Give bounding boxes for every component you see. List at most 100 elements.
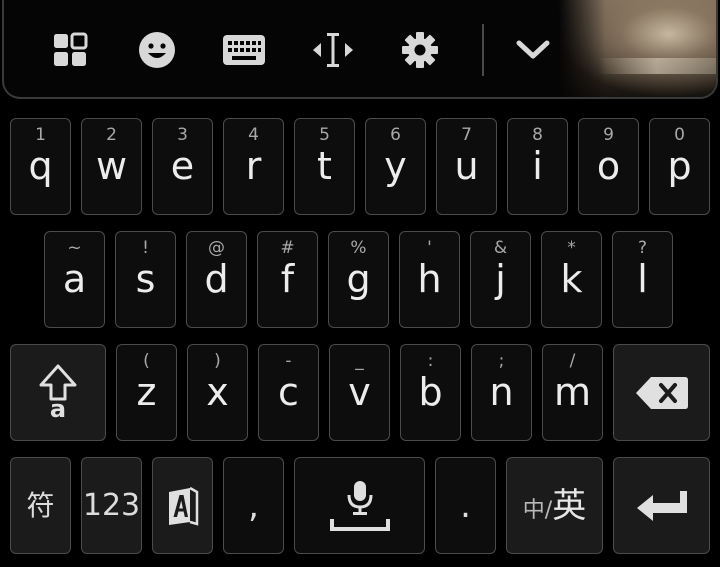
numbers-key[interactable]: 123 [81,457,142,554]
enter-key[interactable] [613,457,710,554]
key-hint: ) [214,351,221,371]
key-hint: @ [208,238,225,258]
key-c[interactable]: - c [258,344,319,441]
key-hint: 5 [319,125,330,145]
key-char: s [135,257,156,301]
key-char: m [553,370,592,414]
emoji-button[interactable] [132,25,182,75]
key-char: n [489,370,514,414]
key-hint: * [567,238,576,258]
comma-label: , [248,485,259,526]
key-hint: 3 [177,125,188,145]
settings-button[interactable] [395,25,445,75]
key-hint: - [285,351,292,371]
key-char: y [384,144,407,188]
symbols-key[interactable]: 符 [10,457,71,554]
key-i[interactable]: 8 i [507,118,568,215]
key-char: c [278,370,299,414]
backspace-icon [635,376,688,409]
soft-keyboard: 1 q 2 w 3 e 4 r 5 t 6 y 7 u 8 i 9 o 0 p … [0,0,720,567]
key-m[interactable]: / m [542,344,603,441]
period-key[interactable]: . [435,457,496,554]
lang-chinese-label: 中/ [522,497,553,523]
key-hint: 0 [674,125,685,145]
key-char: x [206,370,229,414]
key-j[interactable]: & j [470,231,531,328]
hide-keyboard-button[interactable] [508,25,558,75]
key-hint: 2 [106,125,117,145]
shift-sub-label: a [49,395,67,423]
text-cursor-button[interactable] [308,25,358,75]
key-g[interactable]: % g [328,231,389,328]
input-method-key[interactable] [152,457,213,554]
key-char: e [170,144,195,188]
key-char: f [280,257,295,301]
theme-background-image [558,0,716,97]
key-k[interactable]: * k [541,231,602,328]
input-method-a-icon [168,486,198,526]
symbols-label: 符 [26,488,55,522]
emoji-icon [139,32,175,68]
key-char: b [418,370,443,414]
key-char: g [346,257,371,301]
key-hint: 6 [390,125,401,145]
settings-gear-icon [402,32,438,68]
key-f[interactable]: # f [257,231,318,328]
layout-grid-button[interactable] [45,25,95,75]
key-char: w [95,144,128,188]
key-l[interactable]: ? l [612,231,673,328]
key-u[interactable]: 7 u [436,118,497,215]
voice-icon-wrap [295,458,424,553]
key-s[interactable]: ! s [115,231,176,328]
text-cursor-icon [313,33,353,67]
key-p[interactable]: 0 p [649,118,710,215]
key-o[interactable]: 9 o [578,118,639,215]
key-hint: 9 [603,125,614,145]
enter-icon-wrap [614,458,709,553]
key-hint: ~ [67,238,82,258]
input-method-icon-wrap [153,458,212,553]
key-v[interactable]: _ v [329,344,390,441]
chevron-down-icon [516,40,550,59]
enter-return-icon [636,490,687,521]
key-h[interactable]: ' h [399,231,460,328]
space-voice-key[interactable] [294,457,425,554]
key-hint: / [569,351,576,371]
key-char: j [495,257,506,301]
key-char: k [560,257,583,301]
key-hint: ( [143,351,150,371]
shift-icon-wrap [11,345,105,440]
backspace-icon-wrap [614,345,709,440]
key-char: r [245,144,262,188]
backspace-key[interactable] [613,344,710,441]
comma-key[interactable]: , [223,457,284,554]
key-hint: 7 [461,125,472,145]
key-hint: ! [142,238,149,258]
key-hint: % [350,238,367,258]
keyboard-switch-button[interactable] [219,25,269,75]
layout-grid-icon [54,32,88,66]
microphone-space-icon [329,480,390,531]
key-y[interactable]: 6 y [365,118,426,215]
key-b[interactable]: : b [400,344,461,441]
key-char: i [532,144,543,188]
key-hint: 8 [532,125,543,145]
key-a[interactable]: ~ a [44,231,105,328]
shift-key[interactable]: a [10,344,106,441]
key-x[interactable]: ) x [187,344,248,441]
language-switch-key[interactable]: 中/英 [506,457,603,554]
key-n[interactable]: ; n [471,344,532,441]
key-r[interactable]: 4 r [223,118,284,215]
key-char: d [204,257,229,301]
key-char: p [667,144,692,188]
key-char: o [596,144,621,188]
key-w[interactable]: 2 w [81,118,142,215]
key-hint: ' [427,238,432,258]
key-z[interactable]: ( z [116,344,177,441]
key-t[interactable]: 5 t [294,118,355,215]
key-d[interactable]: @ d [186,231,247,328]
key-char: a [62,257,87,301]
key-hint: ; [498,351,505,371]
key-e[interactable]: 3 e [152,118,213,215]
key-q[interactable]: 1 q [10,118,71,215]
